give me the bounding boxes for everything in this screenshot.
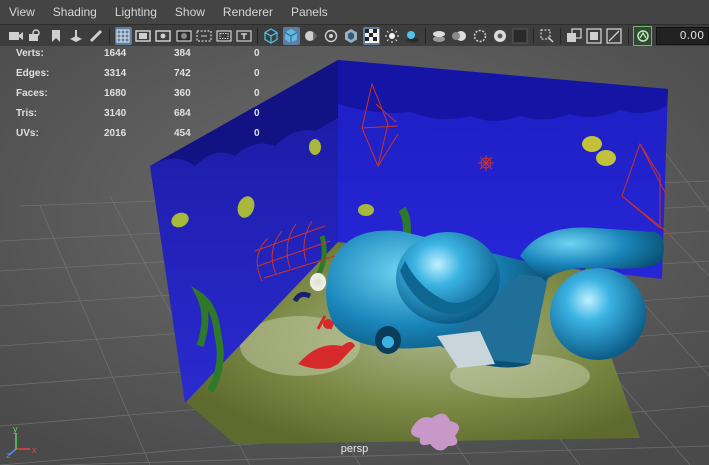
checker-icon[interactable] <box>362 27 381 45</box>
camera-attributes-icon[interactable] <box>27 27 44 45</box>
hud-value: 0 <box>254 48 260 59</box>
maya-viewport-window: View Shading Lighting Show Renderer Pane… <box>0 0 709 465</box>
hud-value: 1644 <box>104 48 127 59</box>
toolbar-separator <box>424 28 426 44</box>
hud-label: Verts: <box>16 48 44 59</box>
toolbar-separator <box>109 28 111 44</box>
toolbar-separator <box>560 28 562 44</box>
depth-of-field-icon[interactable] <box>491 27 508 45</box>
poly-count-hud: Verts: 1644 384 0 Edges: 3314 742 0 Face… <box>16 46 276 146</box>
safe-action-icon[interactable] <box>215 27 232 45</box>
gamma-icon[interactable] <box>632 26 653 46</box>
hud-row-faces: Faces: 1680 360 0 <box>16 86 276 106</box>
shadows-icon[interactable] <box>403 27 420 45</box>
menu-view[interactable]: View <box>0 0 44 24</box>
hud-value: 0 <box>254 88 260 99</box>
menu-panels[interactable]: Panels <box>282 0 337 24</box>
image-plane-icon[interactable] <box>68 27 85 45</box>
film-gate-icon[interactable] <box>135 27 152 45</box>
field-chart-icon[interactable] <box>195 27 212 45</box>
hud-value: 384 <box>174 48 191 59</box>
hud-row-edges: Edges: 3314 742 0 <box>16 66 276 86</box>
menu-lighting[interactable]: Lighting <box>106 0 166 24</box>
resolution-gate-icon[interactable] <box>155 27 172 45</box>
perspective-viewport[interactable]: Verts: 1644 384 0 Edges: 3314 742 0 Face… <box>0 46 709 465</box>
isolate-select-icon[interactable] <box>512 27 529 45</box>
menu-show[interactable]: Show <box>166 0 214 24</box>
hud-value: 684 <box>174 108 191 119</box>
grid-icon[interactable] <box>114 27 132 45</box>
hud-value: 0 <box>254 68 260 79</box>
hud-value: 742 <box>174 68 191 79</box>
menu-shading[interactable]: Shading <box>44 0 106 24</box>
xray-active-icon[interactable] <box>566 27 583 45</box>
exposure-field[interactable]: 0.00 <box>655 27 709 45</box>
bookmark-icon[interactable] <box>47 27 64 45</box>
hud-value: 360 <box>174 88 191 99</box>
lights-icon[interactable] <box>383 27 400 45</box>
hud-label: Faces: <box>16 88 48 99</box>
hud-value: 0 <box>254 108 260 119</box>
hud-row-tris: Tris: 3140 684 0 <box>16 106 276 126</box>
default-material-icon[interactable] <box>303 27 320 45</box>
gate-mask-icon[interactable] <box>175 27 192 45</box>
ambient-occlusion-icon[interactable] <box>430 27 447 45</box>
safe-title-icon[interactable] <box>235 27 252 45</box>
menu-bar: View Shading Lighting Show Renderer Pane… <box>0 0 709 24</box>
hud-value: 2016 <box>104 128 127 139</box>
hud-row-uvs: UVs: 2016 454 0 <box>16 126 276 146</box>
hud-value: 3140 <box>104 108 127 119</box>
toolbar-separator <box>533 28 535 44</box>
toolbar-separator <box>256 28 258 44</box>
anti-alias-icon[interactable] <box>471 27 488 45</box>
hud-label: Tris: <box>16 108 38 119</box>
textured-icon[interactable] <box>343 27 360 45</box>
panel-toolbar: 0.00 <box>0 24 709 48</box>
camera-name-label: persp <box>340 443 369 455</box>
hud-label: UVs: <box>16 128 39 139</box>
hud-value: 3314 <box>104 68 127 79</box>
wireframe-icon[interactable] <box>262 27 279 45</box>
smooth-shade-icon[interactable] <box>282 27 300 45</box>
hud-row-verts: Verts: 1644 384 0 <box>16 46 276 66</box>
hud-label: Edges: <box>16 68 50 79</box>
backface-icon[interactable] <box>586 27 603 45</box>
xray-joints-icon[interactable] <box>539 27 556 45</box>
hud-value: 0 <box>254 128 260 139</box>
hud-value: 454 <box>174 128 191 139</box>
camera-icon[interactable] <box>7 27 24 45</box>
exposure-icon[interactable] <box>606 27 623 45</box>
axis-y-label: y <box>13 424 18 434</box>
toolbar-separator <box>627 28 629 44</box>
motion-blur-icon[interactable] <box>450 27 468 45</box>
menu-renderer[interactable]: Renderer <box>214 0 282 24</box>
pencil-icon[interactable] <box>88 27 105 45</box>
xray-icon[interactable] <box>323 27 340 45</box>
hud-value: 1680 <box>104 88 127 99</box>
